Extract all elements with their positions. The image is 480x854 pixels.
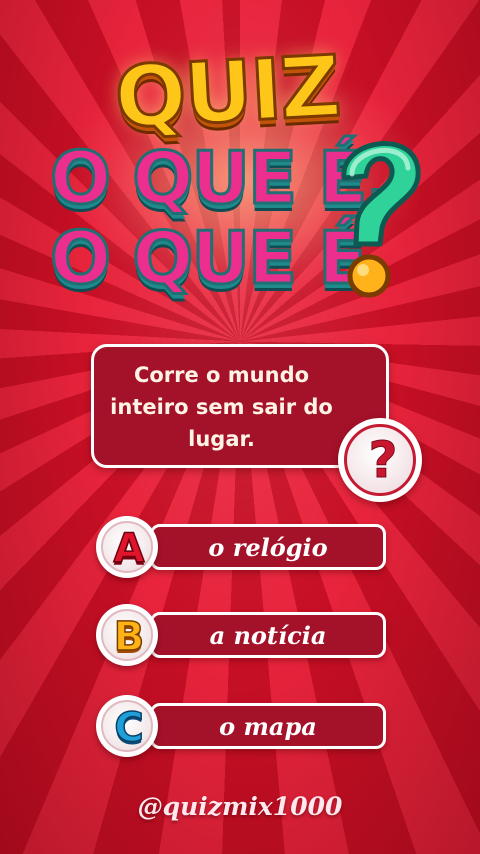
option-b-badge-circle: B <box>101 609 153 661</box>
quiz-logo: QUIZ O QUE É, O QUE É <box>0 0 480 330</box>
question-mark-icon <box>341 141 421 298</box>
option-b-bar[interactable]: a notícia <box>150 612 386 658</box>
option-c-letter: C <box>114 705 145 751</box>
option-a-letter: A <box>113 526 145 572</box>
option-c-badge-circle: C <box>101 700 153 752</box>
option-a-badge[interactable]: A <box>96 516 158 578</box>
option-b[interactable]: a notícia B <box>96 604 388 668</box>
option-b-letter: B <box>113 614 145 660</box>
option-c-bar[interactable]: o mapa <box>150 703 386 749</box>
option-a-bar[interactable]: o relógio <box>150 524 386 570</box>
question-badge: ? <box>338 418 422 502</box>
option-c[interactable]: o mapa C <box>96 695 388 759</box>
logo-quiz-word: QUIZ <box>111 36 343 149</box>
option-a-badge-circle: A <box>101 521 153 573</box>
logo-line-o-que-e-2: O QUE É <box>48 216 368 300</box>
option-b-badge[interactable]: B <box>96 604 158 666</box>
question-text: Corre o mundo inteiro sem sair do lugar. <box>110 363 333 451</box>
option-a[interactable]: o relógio A <box>96 516 388 580</box>
option-a-label: o relógio <box>208 532 328 562</box>
question-badge-circle: ? <box>344 424 416 496</box>
question-mark-badge-icon: ? <box>368 431 398 490</box>
creator-handle: @quizmix1000 <box>137 792 343 821</box>
option-c-label: o mapa <box>219 711 317 741</box>
option-c-badge[interactable]: C <box>96 695 158 757</box>
option-b-label: a notícia <box>209 620 327 650</box>
